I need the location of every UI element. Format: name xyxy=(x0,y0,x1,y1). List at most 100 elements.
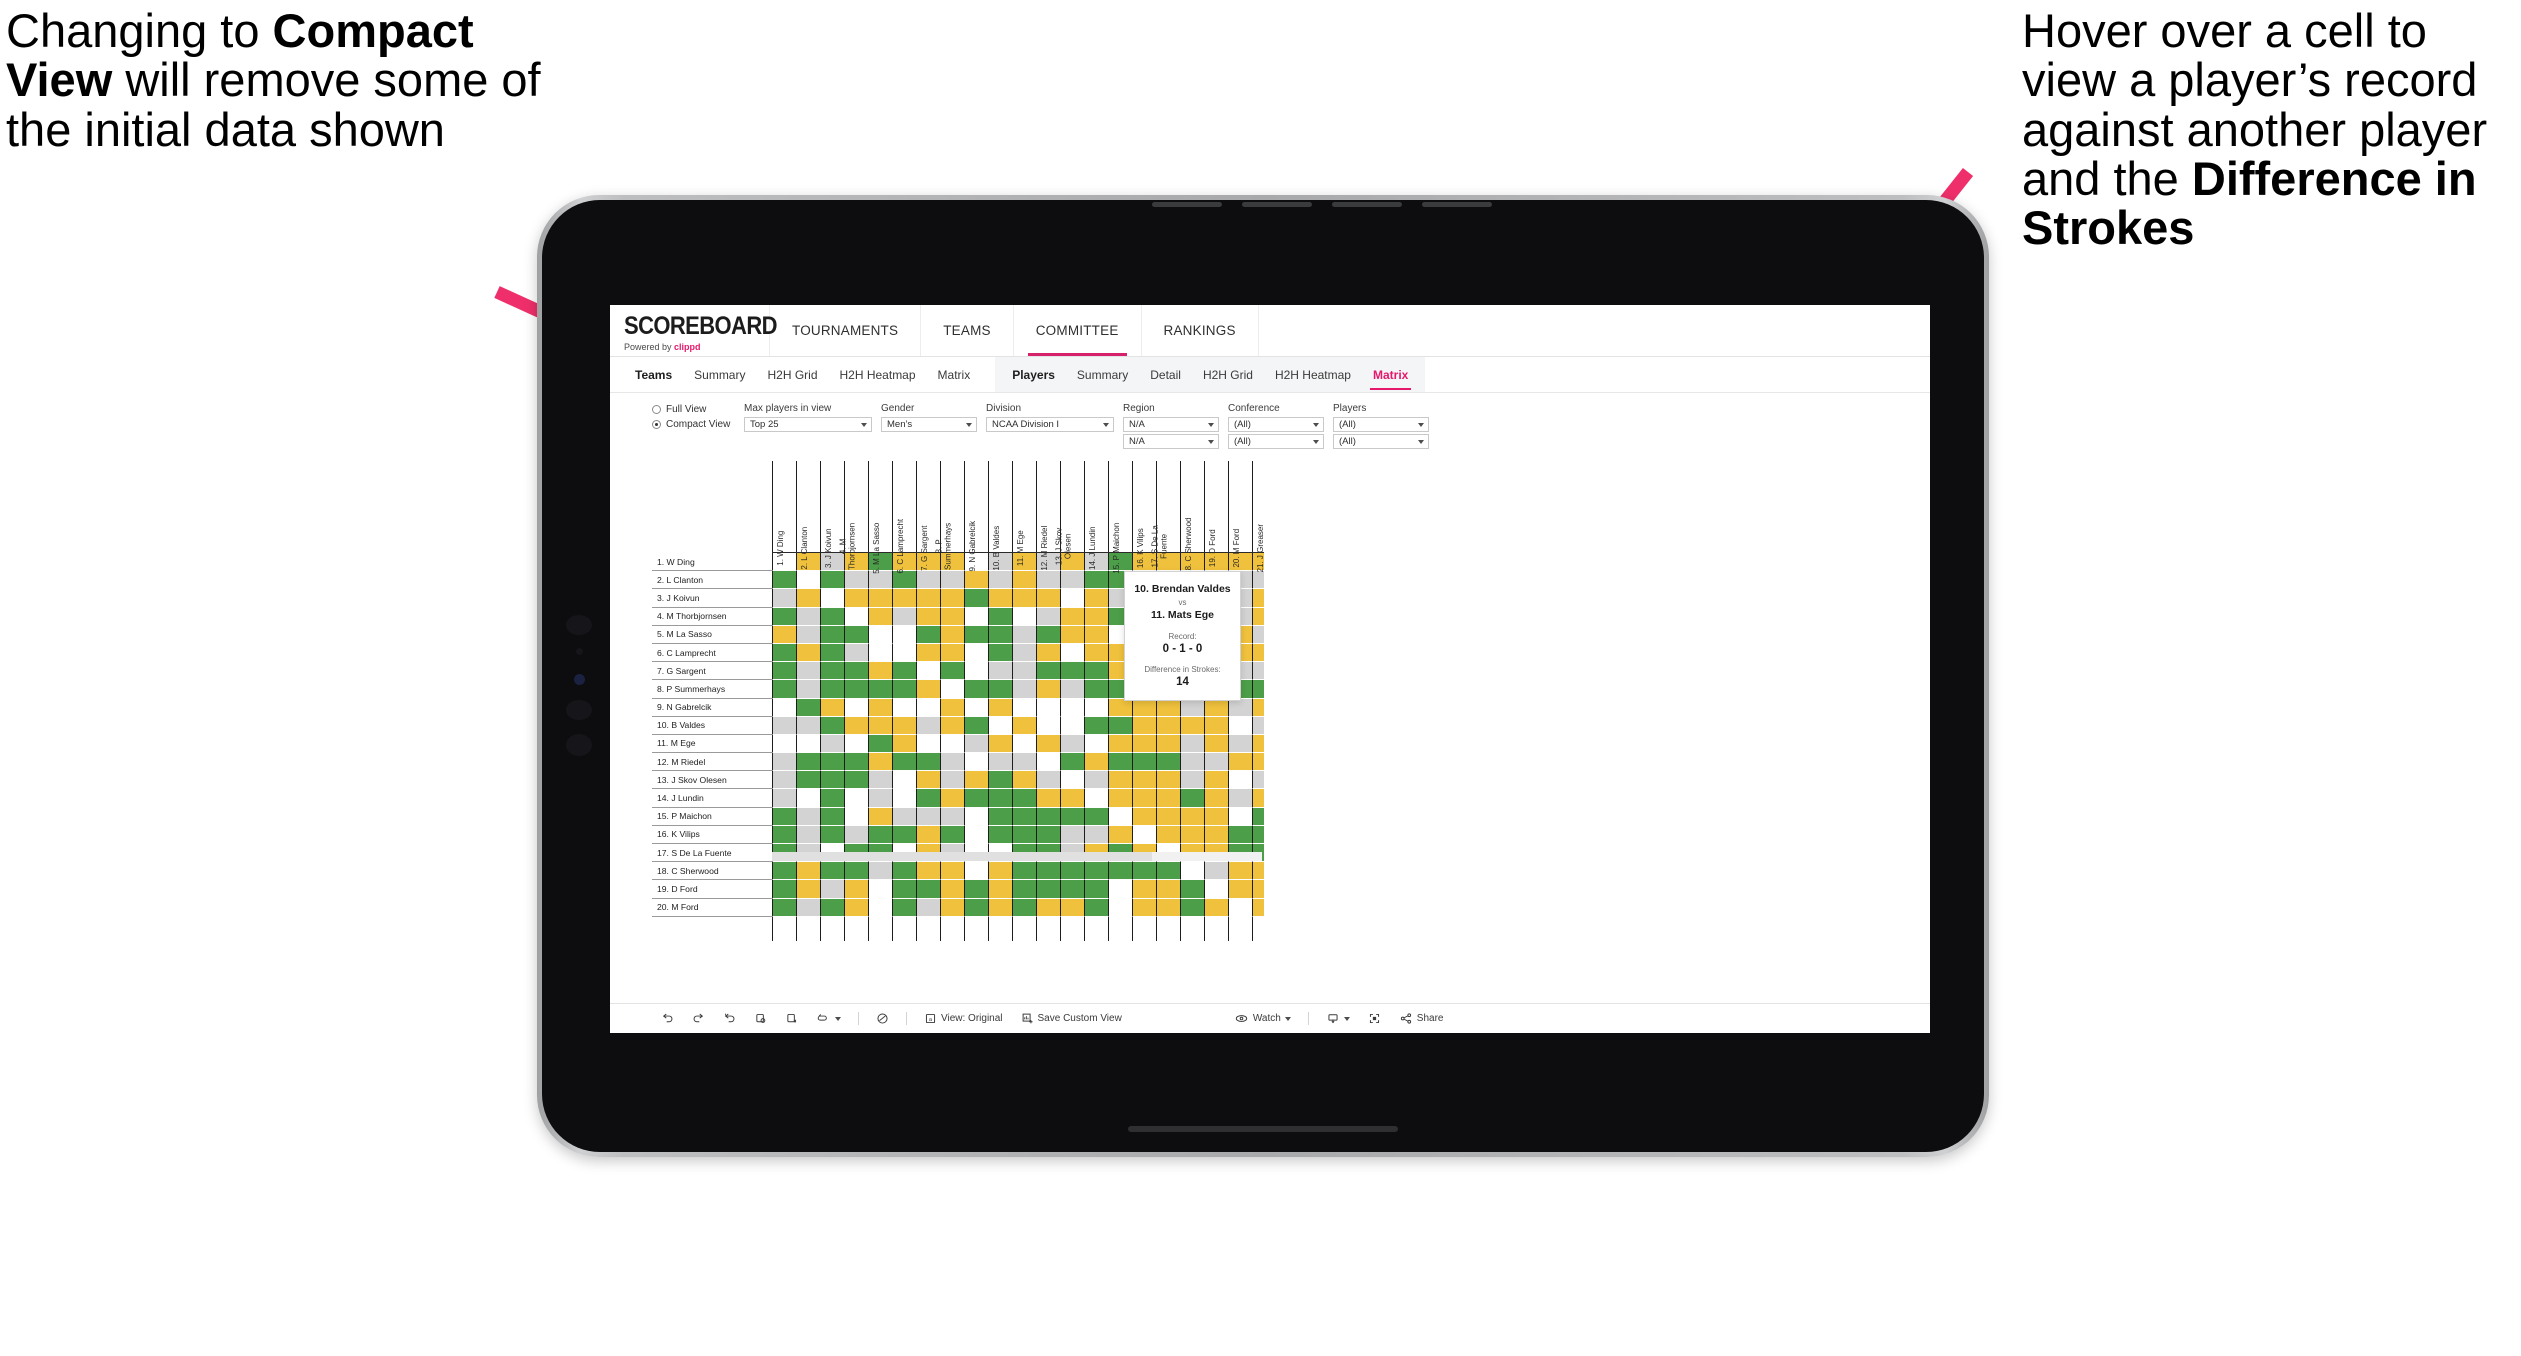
matrix-cell[interactable] xyxy=(940,589,964,608)
matrix-cell[interactable] xyxy=(868,771,892,790)
matrix-cell[interactable] xyxy=(796,734,820,754)
matrix-cell[interactable] xyxy=(1036,607,1060,626)
subnav-players-matrix[interactable]: Matrix xyxy=(1362,357,1419,392)
matrix-cell[interactable] xyxy=(1012,898,1036,917)
matrix-cell[interactable] xyxy=(868,753,892,772)
matrix-cell[interactable] xyxy=(796,880,820,899)
matrix-cell[interactable] xyxy=(868,825,892,844)
matrix-cell[interactable] xyxy=(844,680,868,699)
matrix-cell[interactable] xyxy=(1228,789,1252,808)
matrix-cell[interactable] xyxy=(1084,807,1108,826)
matrix-cell[interactable] xyxy=(1252,789,1264,808)
matrix-cell[interactable] xyxy=(940,789,964,808)
top-nav-committee[interactable]: COMMITTEE xyxy=(1014,305,1142,356)
matrix-cell[interactable] xyxy=(796,771,820,790)
matrix-cell[interactable] xyxy=(820,880,844,899)
matrix-cell[interactable] xyxy=(1132,898,1156,917)
matrix-cell[interactable] xyxy=(1204,807,1228,826)
matrix-cell[interactable] xyxy=(844,716,868,735)
fullscreen-button[interactable] xyxy=(1359,1004,1390,1033)
matrix-cell[interactable] xyxy=(1180,753,1204,772)
matrix-cell[interactable] xyxy=(772,625,796,644)
matrix-cell[interactable] xyxy=(1036,862,1060,881)
matrix-cell[interactable] xyxy=(1060,789,1084,808)
matrix-cell[interactable] xyxy=(1252,716,1264,735)
matrix-cell[interactable] xyxy=(1252,698,1264,717)
matrix-cell[interactable] xyxy=(844,880,868,899)
matrix-cell[interactable] xyxy=(1180,734,1204,754)
matrix-cell[interactable] xyxy=(916,789,940,808)
matrix-cell[interactable] xyxy=(796,753,820,772)
horizontal-scrollbar[interactable] xyxy=(772,852,1262,861)
matrix-cell[interactable] xyxy=(1012,825,1036,844)
matrix-cell[interactable] xyxy=(1036,716,1060,735)
matrix-cell[interactable] xyxy=(1108,898,1132,917)
matrix-cell[interactable] xyxy=(772,734,796,754)
matrix-cell[interactable] xyxy=(916,716,940,735)
matrix-cell[interactable] xyxy=(868,571,892,590)
matrix-cell[interactable] xyxy=(820,589,844,608)
matrix-cell[interactable] xyxy=(892,589,916,608)
matrix-cell[interactable] xyxy=(1060,771,1084,790)
matrix-cell[interactable] xyxy=(868,698,892,717)
select-max-players[interactable]: Top 25 xyxy=(744,417,872,432)
matrix-cell[interactable] xyxy=(988,789,1012,808)
matrix-cell[interactable] xyxy=(1012,716,1036,735)
revert-button[interactable] xyxy=(714,1004,745,1033)
matrix-cell[interactable] xyxy=(1132,734,1156,754)
matrix-cell[interactable] xyxy=(1036,880,1060,899)
subnav-players-h2h-grid[interactable]: H2H Grid xyxy=(1192,357,1264,392)
matrix-cell[interactable] xyxy=(916,807,940,826)
matrix-cell[interactable] xyxy=(892,807,916,826)
matrix-cell[interactable] xyxy=(1156,753,1180,772)
matrix-cell[interactable] xyxy=(820,625,844,644)
matrix-cell[interactable] xyxy=(772,825,796,844)
matrix-cell[interactable] xyxy=(892,643,916,663)
matrix-cell[interactable] xyxy=(1156,789,1180,808)
select-division[interactable]: NCAA Division I xyxy=(986,417,1114,432)
matrix-cell[interactable] xyxy=(1012,680,1036,699)
matrix-cell[interactable] xyxy=(964,680,988,699)
matrix-cell[interactable] xyxy=(868,862,892,881)
matrix-cell[interactable] xyxy=(796,807,820,826)
matrix-cell[interactable] xyxy=(964,880,988,899)
matrix-cell[interactable] xyxy=(1036,898,1060,917)
matrix-cell[interactable] xyxy=(796,898,820,917)
top-nav-teams[interactable]: TEAMS xyxy=(921,305,1014,356)
matrix-cell[interactable] xyxy=(1012,862,1036,881)
matrix-cell[interactable] xyxy=(1084,662,1108,681)
subnav-teams-h2h-heatmap[interactable]: H2H Heatmap xyxy=(829,357,927,392)
matrix-cell[interactable] xyxy=(1012,589,1036,608)
matrix-cell[interactable] xyxy=(796,662,820,681)
matrix-cell[interactable] xyxy=(916,662,940,681)
subnav-teams-summary[interactable]: Summary xyxy=(683,357,756,392)
help-button[interactable] xyxy=(867,1004,898,1033)
matrix-cell[interactable] xyxy=(916,898,940,917)
download-button[interactable] xyxy=(1317,1004,1359,1033)
matrix-cell[interactable] xyxy=(1012,771,1036,790)
matrix-cell[interactable] xyxy=(1084,643,1108,663)
matrix-cell[interactable] xyxy=(964,643,988,663)
matrix-cell[interactable] xyxy=(796,862,820,881)
matrix-cell[interactable] xyxy=(772,589,796,608)
matrix-cell[interactable] xyxy=(1228,898,1252,917)
matrix-cell[interactable] xyxy=(1060,880,1084,899)
matrix-cell[interactable] xyxy=(1060,698,1084,717)
highlight-button[interactable] xyxy=(807,1004,850,1033)
matrix-cell[interactable] xyxy=(892,625,916,644)
matrix-cell[interactable] xyxy=(964,607,988,626)
matrix-cell[interactable] xyxy=(940,898,964,917)
select-region-1[interactable]: N/A xyxy=(1123,417,1219,432)
subnav-players-h2h-heatmap[interactable]: H2H Heatmap xyxy=(1264,357,1362,392)
matrix-cell[interactable] xyxy=(772,571,796,590)
matrix-cell[interactable] xyxy=(844,807,868,826)
matrix-cell[interactable] xyxy=(1228,825,1252,844)
matrix-cell[interactable] xyxy=(892,607,916,626)
matrix-cell[interactable] xyxy=(940,862,964,881)
matrix-cell[interactable] xyxy=(1036,734,1060,754)
matrix-cell[interactable] xyxy=(988,589,1012,608)
matrix-cell[interactable] xyxy=(1228,716,1252,735)
matrix-cell[interactable] xyxy=(820,662,844,681)
matrix-cell[interactable] xyxy=(988,607,1012,626)
matrix-cell[interactable] xyxy=(988,698,1012,717)
